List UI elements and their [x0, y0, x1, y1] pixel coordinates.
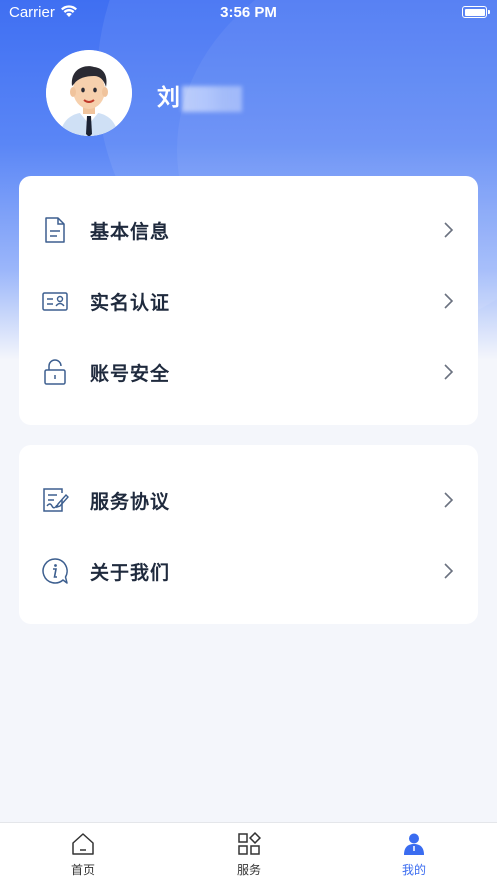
menu-item-account-security[interactable]: 账号安全	[19, 347, 478, 397]
user-name-text: 刘	[157, 85, 180, 111]
about-menu-card: 服务协议 关于我们	[19, 445, 478, 624]
tab-bar: 首页 服务 我的	[0, 822, 497, 883]
battery-icon	[462, 6, 490, 18]
clock: 3:56 PM	[220, 4, 277, 21]
user-icon	[404, 833, 424, 855]
tab-mine[interactable]: 我的	[331, 823, 497, 883]
menu-item-label: 关于我们	[90, 561, 171, 584]
name-redaction	[182, 85, 242, 112]
chevron-right-icon	[444, 222, 454, 238]
menu-item-real-name-auth[interactable]: 实名认证	[19, 276, 478, 326]
menu-item-basic-info[interactable]: 基本信息	[19, 205, 478, 255]
info-icon	[42, 558, 68, 584]
chevron-right-icon	[444, 293, 454, 309]
document-icon	[45, 217, 65, 243]
avatar-illustration	[46, 50, 132, 136]
services-grid-icon	[238, 832, 261, 855]
menu-item-label: 基本信息	[90, 220, 171, 243]
home-icon	[72, 833, 94, 855]
tab-home[interactable]: 首页	[0, 823, 166, 883]
id-card-icon	[42, 292, 68, 311]
lock-icon	[44, 359, 66, 385]
chevron-right-icon	[444, 492, 454, 508]
account-menu-card: 基本信息 实名认证 账号安全	[19, 176, 478, 425]
avatar[interactable]	[46, 50, 132, 136]
user-name: 刘	[157, 78, 242, 112]
agreement-icon	[43, 488, 69, 512]
chevron-right-icon	[444, 364, 454, 380]
menu-item-service-agreement[interactable]: 服务协议	[19, 475, 478, 525]
tab-label: 首页	[70, 863, 95, 877]
tab-label: 服务	[236, 863, 261, 877]
chevron-right-icon	[444, 563, 454, 579]
menu-item-label: 服务协议	[90, 490, 171, 513]
menu-item-about-us[interactable]: 关于我们	[19, 546, 478, 596]
status-bar: Carrier 3:56 PM	[0, 0, 497, 26]
menu-item-label: 账号安全	[90, 362, 171, 385]
tab-label: 我的	[401, 863, 426, 877]
menu-item-label: 实名认证	[90, 291, 171, 314]
tab-services[interactable]: 服务	[166, 823, 332, 883]
